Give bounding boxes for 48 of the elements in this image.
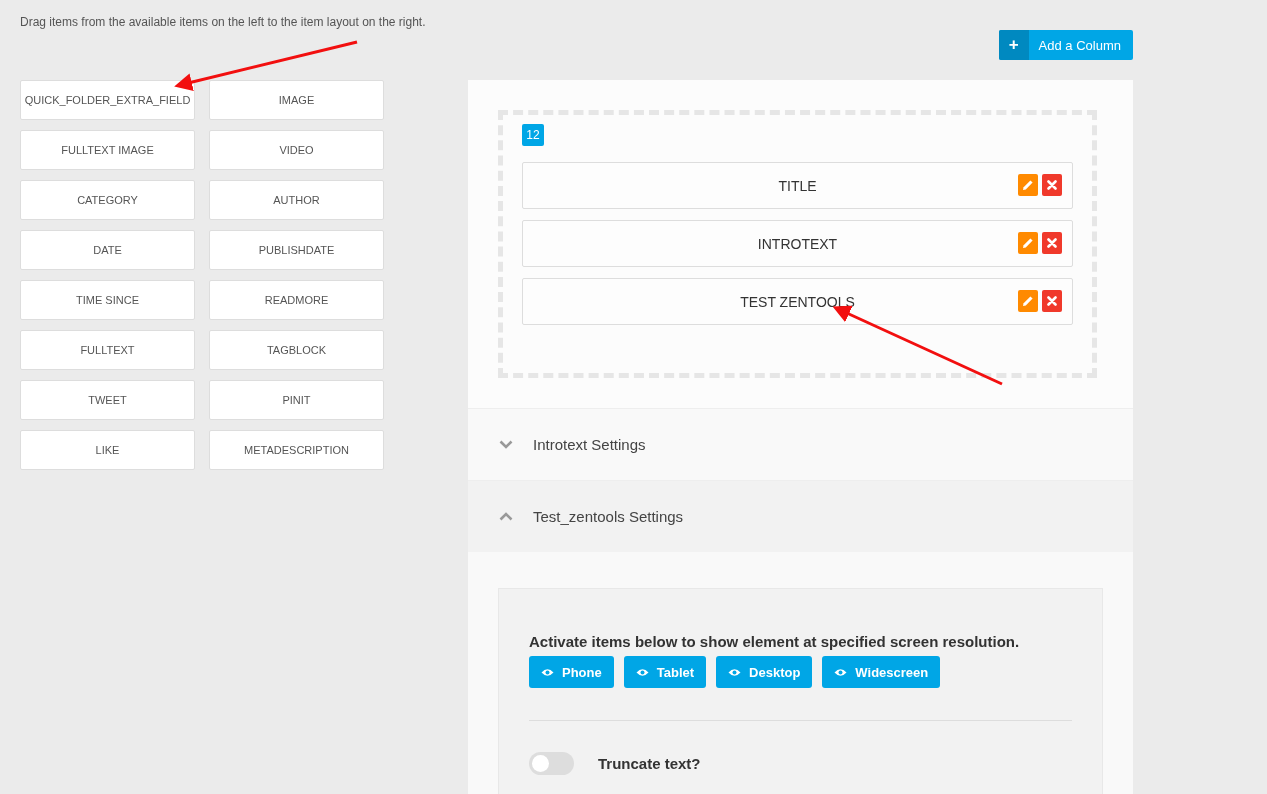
layout-item[interactable]: TEST ZENTOOLS — [522, 278, 1073, 325]
edit-button[interactable] — [1018, 290, 1038, 312]
close-icon — [1047, 180, 1057, 190]
available-item[interactable]: TAGBLOCK — [209, 330, 384, 370]
layout-item-label: TEST ZENTOOLS — [740, 293, 855, 310]
edit-button[interactable] — [1018, 174, 1038, 196]
pencil-icon — [1022, 295, 1034, 307]
chevron-down-icon — [499, 440, 513, 449]
chevron-up-icon — [499, 512, 513, 521]
settings-section-header[interactable]: Test_zentools Settings — [468, 480, 1133, 552]
eye-icon — [635, 667, 649, 677]
delete-button[interactable] — [1042, 232, 1062, 254]
available-item[interactable]: PINIT — [209, 380, 384, 420]
eye-icon — [541, 667, 554, 677]
available-item[interactable]: PUBLISHDATE — [209, 230, 384, 270]
available-item[interactable]: TWEET — [20, 380, 195, 420]
truncate-label: Truncate text? — [598, 755, 701, 772]
available-item[interactable]: IMAGE — [209, 80, 384, 120]
instruction-text: Drag items from the available items on the left to the item layout on the right. — [20, 15, 426, 29]
available-item[interactable]: FULLTEXT — [20, 330, 195, 370]
delete-button[interactable] — [1042, 290, 1062, 312]
available-item[interactable]: METADESCRIPTION — [209, 430, 384, 470]
close-icon — [1047, 238, 1057, 248]
available-item[interactable]: AUTHOR — [209, 180, 384, 220]
layout-item-label: TITLE — [778, 177, 817, 194]
settings-section-header[interactable]: Introtext Settings — [468, 408, 1133, 480]
eye-icon — [728, 667, 742, 677]
available-item[interactable]: VIDEO — [209, 130, 384, 170]
eye-icon — [834, 667, 848, 677]
pencil-icon — [1022, 237, 1034, 249]
truncate-toggle[interactable] — [529, 752, 574, 775]
available-item[interactable]: QUICK_FOLDER_EXTRA_FIELD — [20, 80, 195, 120]
add-column-button[interactable]: + Add a Column — [998, 30, 1133, 60]
available-item[interactable]: DATE — [20, 230, 195, 270]
available-item[interactable]: READMORE — [209, 280, 384, 320]
available-item[interactable]: CATEGORY — [20, 180, 195, 220]
close-icon — [1047, 296, 1057, 306]
layout-item-label: INTROTEXT — [757, 235, 838, 252]
available-item[interactable]: FULLTEXT IMAGE — [20, 130, 195, 170]
layout-item[interactable]: INTROTEXT — [522, 220, 1073, 267]
visibility-instruction: Activate items below to show element at specified screen resolution. — [529, 633, 1021, 650]
available-item[interactable]: TIME SINCE — [20, 280, 195, 320]
pencil-icon — [1022, 179, 1034, 191]
layout-item[interactable]: TITLE — [522, 162, 1073, 209]
available-item[interactable]: LIKE — [20, 430, 195, 470]
edit-button[interactable] — [1018, 232, 1038, 254]
column-width-badge: 12 — [522, 124, 544, 146]
delete-button[interactable] — [1042, 174, 1062, 196]
